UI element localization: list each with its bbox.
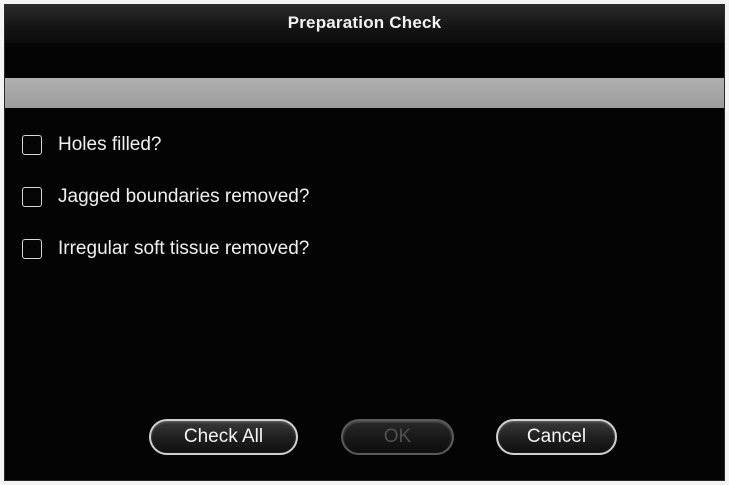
checklist-item-label: Holes filled?: [58, 134, 162, 155]
check-all-button[interactable]: Check All: [149, 419, 298, 455]
checklist-item-label: Jagged boundaries removed?: [58, 186, 310, 207]
jagged-boundaries-checkbox[interactable]: [22, 187, 42, 207]
cancel-button[interactable]: Cancel: [496, 419, 617, 455]
holes-filled-checkbox[interactable]: [22, 135, 42, 155]
irregular-soft-tissue-checkbox[interactable]: [22, 239, 42, 259]
checklist-item-holes-filled[interactable]: Holes filled?: [22, 133, 309, 157]
checklist-item-label: Irregular soft tissue removed?: [58, 238, 310, 259]
preparation-check-dialog: Preparation Check Holes filled? Jagged b…: [4, 4, 725, 481]
ok-button[interactable]: OK: [341, 419, 454, 455]
checklist-item-jagged-boundaries[interactable]: Jagged boundaries removed?: [22, 185, 309, 209]
checklist-item-irregular-soft-tissue[interactable]: Irregular soft tissue removed?: [22, 237, 309, 261]
dialog-title: Preparation Check: [287, 13, 442, 32]
header-separator-bar: [5, 78, 724, 108]
title-bar: Preparation Check: [5, 5, 724, 43]
checklist: Holes filled? Jagged boundaries removed?…: [22, 133, 309, 289]
